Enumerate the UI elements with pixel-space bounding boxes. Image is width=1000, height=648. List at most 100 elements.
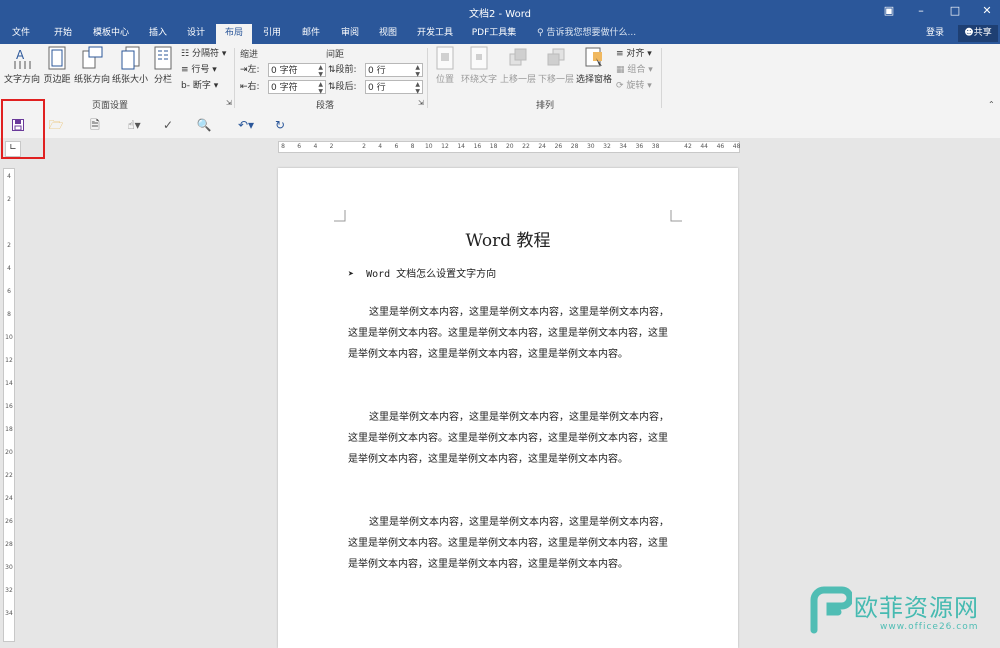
- paragraph: 这里是举例文本内容，这里是举例文本内容，这里是举例文本内容，这里是举例文本内容。…: [348, 307, 669, 360]
- print-preview-icon[interactable]: 🔍: [195, 117, 213, 133]
- title-bar: 文档2 - Word ▣ – □ ✕: [0, 0, 1000, 24]
- spin-arrows-icon[interactable]: ▲ ▼: [415, 64, 420, 78]
- watermark-f-icon: [810, 586, 852, 634]
- ruler-tick-label: 10: [424, 143, 433, 150]
- open-folder-icon[interactable]: 🗁: [47, 117, 65, 133]
- new-document-icon[interactable]: 🗎: [86, 117, 104, 133]
- login-link[interactable]: 登录: [926, 24, 944, 44]
- indent-right-label: ⇤右:: [240, 82, 260, 92]
- position-icon: [436, 46, 454, 70]
- watermark-url: www.office26.com: [880, 622, 979, 632]
- ruler-tick-label: 24: [5, 495, 13, 502]
- margin-corner-mark: [670, 210, 682, 222]
- indent-left-input[interactable]: 0 字符 ▲ ▼: [268, 63, 326, 78]
- ruler-tick-label: 44: [700, 143, 708, 150]
- group-label: 组合: [627, 65, 646, 75]
- arrange-group-label: 排列: [536, 101, 555, 111]
- group-button[interactable]: ▦ 组合 ▾: [616, 63, 653, 77]
- text-direction-button[interactable]: A 文字方向: [4, 46, 40, 85]
- ruler-tick-label: 18: [5, 426, 13, 433]
- align-button[interactable]: ≡ 对齐 ▾: [616, 47, 652, 61]
- line-numbers-icon: ≡: [181, 65, 189, 75]
- separator: [234, 48, 235, 108]
- ruler-tick-label: 32: [603, 143, 611, 150]
- ruler-tick-label: 4: [313, 143, 318, 150]
- tell-me-box[interactable]: ⚲ 告诉我您想要做什么...: [537, 24, 636, 44]
- tab-review[interactable]: 审阅: [334, 24, 366, 44]
- tab-references[interactable]: 引用: [256, 24, 288, 44]
- orientation-button[interactable]: 纸张方向: [74, 46, 110, 85]
- spacing-after-label: ⇅段后:: [328, 82, 357, 92]
- ruler-tick-label: 20: [5, 449, 13, 456]
- minimize-icon[interactable]: –: [910, 2, 932, 20]
- hyphenation-button[interactable]: b‑ 断字 ▾: [181, 79, 218, 93]
- tab-layout[interactable]: 布局: [216, 24, 252, 44]
- ribbon-display-options-icon[interactable]: ▣: [878, 2, 900, 20]
- ruler-tick-label: 10: [5, 334, 13, 341]
- selection-pane-button[interactable]: 选择窗格: [576, 46, 612, 85]
- ribbon: A 文字方向 页边距 纸张方向 纸张大小 分栏 ☷ 分隔符 ▾ ≡ 行号 ▾ b…: [0, 44, 1000, 113]
- page-size-icon: [121, 46, 140, 70]
- quick-access-toolbar: 🗁 🗎 ☝▾ ✓ 🔍 ↶▾ ↻: [0, 112, 1000, 138]
- ruler-tick-label: 2: [7, 196, 11, 203]
- bring-forward-button[interactable]: 上移一层: [500, 46, 536, 85]
- tell-me-text: 告诉我您想要做什么...: [546, 28, 637, 38]
- redo-icon[interactable]: ↻: [271, 117, 289, 133]
- ruler-tick-label: 42: [684, 143, 692, 150]
- vertical-scrollbar[interactable]: [986, 138, 1000, 642]
- restore-icon[interactable]: □: [944, 2, 966, 20]
- position-button[interactable]: 位置: [432, 46, 458, 85]
- columns-icon: [154, 46, 172, 70]
- collapse-ribbon-icon[interactable]: ⌃: [988, 100, 995, 109]
- spacing-before-label: ⇅段前:: [328, 65, 357, 75]
- tab-developer[interactable]: 开发工具: [412, 24, 458, 44]
- spacing-before-icon: ⇅: [328, 65, 336, 75]
- paragraph: 这里是举例文本内容，这里是举例文本内容，这里是举例文本内容，这里是举例文本内容。…: [348, 412, 669, 465]
- format-painter-icon[interactable]: ✓: [159, 117, 177, 133]
- breaks-icon: ☷: [181, 49, 190, 59]
- separator: [661, 48, 662, 108]
- spin-arrows-icon[interactable]: ▲ ▼: [318, 64, 323, 78]
- indent-right-input[interactable]: 0 字符 ▲ ▼: [268, 80, 326, 95]
- tab-pdf-tools[interactable]: PDF工具集: [466, 24, 522, 44]
- breaks-button[interactable]: ☷ 分隔符 ▾: [181, 47, 226, 61]
- margins-button[interactable]: 页边距: [42, 46, 72, 85]
- tab-design[interactable]: 设计: [180, 24, 212, 44]
- group-icon: ▦: [616, 65, 625, 75]
- ruler-tick-label: 26: [554, 143, 563, 150]
- size-button[interactable]: 纸张大小: [112, 46, 148, 85]
- ruler-tick-label: 28: [570, 143, 579, 150]
- spin-arrows-icon[interactable]: ▲ ▼: [318, 81, 323, 95]
- paragraph-launcher-icon[interactable]: ⇲: [418, 99, 424, 107]
- tab-insert[interactable]: 插入: [142, 24, 174, 44]
- touch-mode-icon[interactable]: ☝▾: [121, 117, 147, 133]
- close-icon[interactable]: ✕: [976, 2, 998, 20]
- rotate-button[interactable]: ⟳ 旋转 ▾: [616, 79, 652, 93]
- align-label: 对齐: [626, 49, 645, 59]
- send-backward-button[interactable]: 下移一层: [538, 46, 574, 85]
- ruler-tick-label: 38: [651, 143, 660, 150]
- spacing-before-input[interactable]: 0 行 ▲ ▼: [365, 63, 423, 78]
- line-numbers-button[interactable]: ≡ 行号 ▾: [181, 63, 217, 77]
- horizontal-ruler: 8 6 4 2 2 4 6 8 10 12 14 16 18 20 22 24 26 28 30 32 34 36 38 42…: [278, 141, 740, 153]
- tab-stop-selector[interactable]: ∟: [5, 141, 21, 157]
- tab-home[interactable]: 开始: [46, 24, 80, 44]
- margin-corner-mark: [334, 210, 346, 222]
- ruler-tick-label: 2: [7, 242, 11, 249]
- position-label: 位置: [435, 75, 454, 85]
- document-page[interactable]: Word 教程 ➤ Word 文档怎么设置文字方向 这里是举例文本内容，这里是举…: [278, 168, 738, 648]
- tab-template-center[interactable]: 模板中心: [88, 24, 134, 44]
- spacing-after-input[interactable]: 0 行 ▲ ▼: [365, 80, 423, 95]
- tab-file[interactable]: 文件: [4, 24, 38, 44]
- tab-view[interactable]: 视图: [372, 24, 404, 44]
- wrap-text-button[interactable]: 环绕文字: [460, 46, 498, 85]
- spin-arrows-icon[interactable]: ▲ ▼: [415, 81, 420, 95]
- spacing-after-value: 0 行: [368, 83, 386, 93]
- spacing-label: 间距: [326, 50, 345, 60]
- share-button[interactable]: ☻共享: [958, 25, 998, 42]
- undo-icon[interactable]: ↶▾: [233, 117, 259, 133]
- columns-button[interactable]: 分栏: [150, 46, 176, 85]
- tab-mailings[interactable]: 邮件: [294, 24, 328, 44]
- line-numbers-label: 行号: [191, 65, 210, 75]
- page-setup-launcher-icon[interactable]: ⇲: [226, 99, 232, 107]
